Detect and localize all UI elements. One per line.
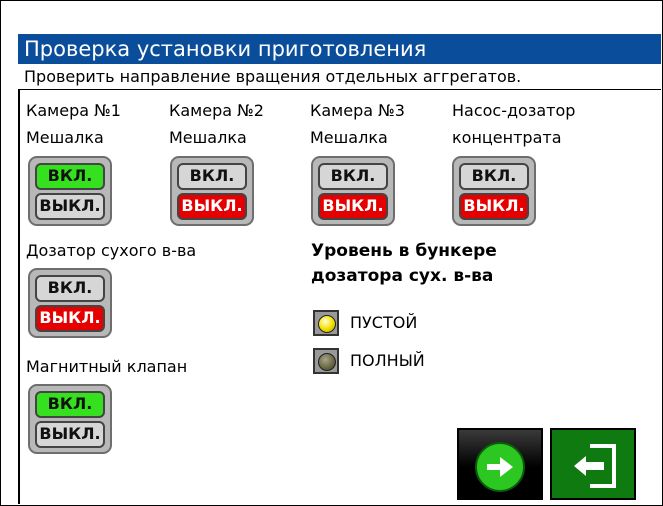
- exit-button[interactable]: [550, 428, 636, 500]
- unit-4-switch: ВКЛ. ВЫКЛ.: [452, 156, 536, 226]
- page-subtitle: Проверить направление вращения отдельных…: [18, 64, 661, 90]
- unit-1-on-button[interactable]: ВКЛ.: [35, 163, 105, 190]
- unit-4-label-line2: концентрата: [452, 128, 562, 147]
- page-title: Проверка установки приготовления: [18, 34, 661, 64]
- unit-6-off-button[interactable]: ВЫКЛ.: [35, 421, 105, 448]
- unit-5-on-button[interactable]: ВКЛ.: [35, 275, 105, 302]
- empty-indicator-label: ПУСТОЙ: [350, 313, 418, 332]
- exit-door-icon: [574, 444, 616, 488]
- unit-3-on-button[interactable]: ВКЛ.: [318, 163, 388, 190]
- full-indicator-label: ПОЛНЫЙ: [350, 351, 425, 370]
- unit-5-off-button[interactable]: ВЫКЛ.: [35, 305, 105, 332]
- unit-3-label-line1: Камера №3: [310, 101, 405, 120]
- level-title-line1: Уровень в бункере: [311, 241, 497, 261]
- empty-indicator-lamp: [313, 310, 339, 336]
- unit-1-label-line1: Камера №1: [26, 101, 121, 120]
- arrow-right-icon: [475, 442, 525, 492]
- unit-6-switch: ВКЛ. ВЫКЛ.: [28, 384, 112, 454]
- unit-1-label-line2: Мешалка: [26, 128, 104, 147]
- unit-6-on-button[interactable]: ВКЛ.: [35, 391, 105, 418]
- unit-3-off-button[interactable]: ВЫКЛ.: [318, 193, 388, 220]
- level-title-line2: дозатора сух. в-ва: [311, 266, 494, 286]
- unit-2-on-button[interactable]: ВКЛ.: [177, 163, 247, 190]
- unit-3-label-line2: Мешалка: [310, 128, 388, 147]
- unit-2-label-line1: Камера №2: [169, 101, 264, 120]
- unit-2-switch: ВКЛ. ВЫКЛ.: [170, 156, 254, 226]
- unit-1-switch: ВКЛ. ВЫКЛ.: [28, 156, 112, 226]
- unit-4-label-line1: Насос-дозатор: [452, 101, 576, 120]
- full-indicator-lamp: [313, 348, 339, 374]
- unit-5-label: Дозатор сухого в-ва: [26, 241, 197, 260]
- unit-4-off-button[interactable]: ВЫКЛ.: [459, 193, 529, 220]
- unit-3-switch: ВКЛ. ВЫКЛ.: [311, 156, 395, 226]
- unit-2-label-line2: Мешалка: [169, 128, 247, 147]
- next-button[interactable]: [457, 428, 543, 500]
- unit-5-switch: ВКЛ. ВЫКЛ.: [28, 268, 112, 338]
- unit-1-off-button[interactable]: ВЫКЛ.: [35, 193, 105, 220]
- unit-4-on-button[interactable]: ВКЛ.: [459, 163, 529, 190]
- unit-6-label: Магнитный клапан: [26, 357, 188, 376]
- unit-2-off-button[interactable]: ВЫКЛ.: [177, 193, 247, 220]
